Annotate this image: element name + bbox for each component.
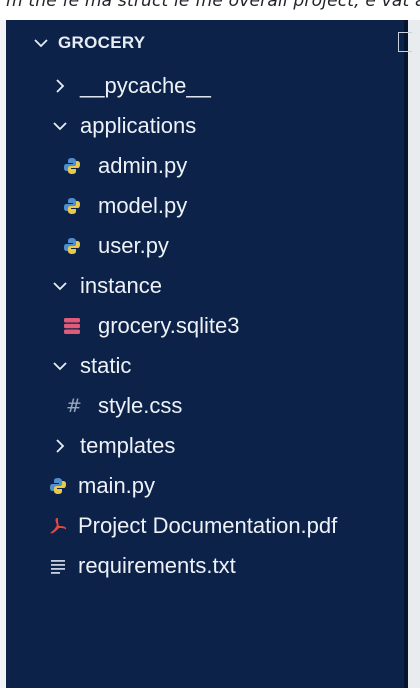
tree-item-label: grocery.sqlite3 bbox=[98, 313, 240, 338]
tree-item-project-documentation-pdf[interactable]: Project Documentation.pdf bbox=[0, 506, 404, 546]
tree-item-label: admin.py bbox=[98, 153, 188, 178]
tree-item-label: templates bbox=[80, 433, 176, 458]
tree-item-label: user.py bbox=[98, 233, 169, 258]
chevron-right-icon bbox=[50, 76, 70, 96]
python-icon bbox=[48, 476, 68, 496]
chevron-down-icon bbox=[50, 116, 70, 136]
tree-item-model-py[interactable]: model.py bbox=[0, 186, 404, 226]
right-edge bbox=[408, 20, 420, 688]
explorer-root-header[interactable]: GROCERY bbox=[10, 26, 412, 60]
tree-item-label: main.py bbox=[78, 473, 156, 498]
tree-item-label: applications bbox=[80, 113, 197, 138]
tree-item-requirements-txt[interactable]: requirements.txt bbox=[0, 546, 404, 586]
text-lines-icon bbox=[48, 556, 68, 576]
chevron-down-icon bbox=[30, 32, 52, 54]
chevron-down-icon bbox=[50, 356, 70, 376]
tree-item-user-py[interactable]: user.py bbox=[0, 226, 404, 266]
tree-item-label: static bbox=[80, 353, 132, 378]
chevron-right-icon bbox=[50, 436, 70, 456]
tree-item-applications-folder[interactable]: applications bbox=[0, 106, 404, 146]
explorer-root-label: GROCERY bbox=[58, 33, 146, 52]
tree-item-label: requirements.txt bbox=[78, 553, 236, 578]
tree-item-static-folder[interactable]: static bbox=[0, 346, 404, 386]
python-icon bbox=[62, 196, 82, 216]
tree-item-templates-folder[interactable]: templates bbox=[0, 426, 404, 466]
tree-item-instance-folder[interactable]: instance bbox=[0, 266, 404, 306]
tree-item-style-css[interactable]: # style.css bbox=[0, 386, 404, 426]
chevron-down-icon bbox=[50, 276, 70, 296]
tree-item-grocery-sqlite3[interactable]: grocery.sqlite3 bbox=[0, 306, 404, 346]
python-icon bbox=[62, 156, 82, 176]
new-file-icon[interactable] bbox=[398, 32, 412, 52]
tree-item-label: instance bbox=[80, 273, 162, 298]
tree-item-admin-py[interactable]: admin.py bbox=[0, 146, 404, 186]
top-strip-text: m the fe ma struct ie fhe overall projec… bbox=[6, 0, 420, 11]
tree-item-pycache-folder[interactable]: __pycache__ bbox=[0, 66, 404, 106]
screenshot-frame: m the fe ma struct ie fhe overall projec… bbox=[0, 0, 420, 688]
tree-item-label: Project Documentation.pdf bbox=[78, 513, 338, 538]
database-icon bbox=[62, 316, 82, 336]
tree-item-label: style.css bbox=[98, 393, 183, 418]
tree-item-main-py[interactable]: main.py bbox=[0, 466, 404, 506]
top-text-strip: m the fe ma struct ie fhe overall projec… bbox=[0, 0, 420, 20]
file-tree: __pycache__ applications admin.py model.… bbox=[0, 66, 404, 586]
hash-icon: # bbox=[66, 395, 82, 417]
tree-item-label: model.py bbox=[98, 193, 188, 218]
tree-item-label: __pycache__ bbox=[80, 73, 211, 98]
pdf-icon bbox=[48, 516, 68, 536]
python-icon bbox=[62, 236, 82, 256]
